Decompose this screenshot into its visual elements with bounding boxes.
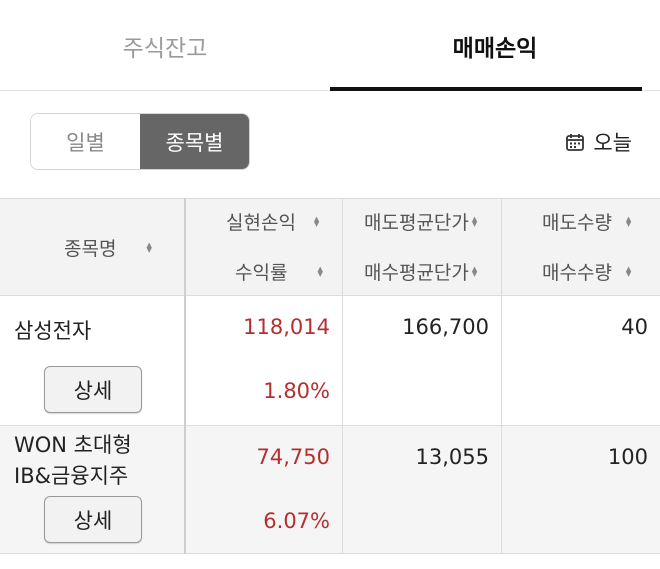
sort-arrows-icon: ▲ ▼ — [471, 264, 478, 278]
header-label: 종목명 — [64, 238, 117, 260]
sort-arrows-icon: ▲ ▼ — [317, 264, 323, 278]
header-buy-qty[interactable]: 매수수량 ▲ ▼ — [542, 258, 631, 285]
sort-arrows-icon: ▲ ▼ — [146, 240, 152, 254]
sell-avg-price-value: 166,700 — [402, 315, 489, 339]
header-sell-qty[interactable]: 매도수량 ▲ ▼ — [542, 208, 631, 235]
tab-trading-pl[interactable]: 매매손익 — [330, 0, 660, 91]
stock-name: WON 초대형 — [14, 433, 132, 457]
header-label: 매수평균단가 — [364, 262, 469, 284]
sort-arrows-icon: ▲ ▼ — [313, 214, 320, 228]
realized-pl-value: 118,014 — [243, 315, 330, 339]
date-filter-button[interactable]: 오늘 — [565, 126, 632, 158]
header-stock-name[interactable]: 종목명 ▲ ▼ — [64, 234, 152, 261]
return-rate-value: 6.07% — [263, 509, 330, 533]
top-tab-bar: 주식잔고 매매손익 — [0, 0, 660, 91]
active-tab-indicator — [330, 87, 642, 91]
detail-button[interactable]: 상세 — [44, 496, 142, 543]
calendar-icon — [566, 134, 585, 151]
sell-qty-value: 100 — [607, 445, 648, 469]
tab-stock-balance[interactable]: 주식잔고 — [0, 0, 330, 91]
header-label: 매도수량 — [542, 212, 612, 234]
realized-pl-value: 74,750 — [256, 445, 330, 469]
header-realized-pl[interactable]: 실현손익 ▲ ▼ — [226, 208, 319, 235]
column-divider — [342, 198, 343, 554]
header-label: 매도평균단가 — [364, 212, 469, 234]
return-rate-value: 1.80% — [263, 379, 330, 403]
sort-arrows-icon: ▲ ▼ — [471, 214, 478, 228]
sort-arrows-icon: ▲ ▼ — [625, 214, 632, 228]
header-label: 수익률 — [235, 262, 288, 284]
view-mode-segmented-control: 일별 종목별 — [30, 113, 250, 170]
header-buy-avg-price[interactable]: 매수평균단가 ▲ ▼ — [364, 258, 477, 285]
stock-name: 삼성전자 — [14, 319, 92, 343]
column-divider — [184, 198, 186, 554]
header-sell-avg-price[interactable]: 매도평균단가 ▲ ▼ — [364, 208, 477, 235]
sort-arrows-icon: ▲ ▼ — [625, 264, 632, 278]
header-return-rate[interactable]: 수익률 ▲ ▼ — [235, 258, 323, 285]
trading-pl-table: 종목명 ▲ ▼ 실현손익 ▲ ▼ 수익률 ▲ ▼ 매도평균단가 ▲ ▼ 매수평균단가 ▲… — [0, 198, 660, 554]
stock-name-line2: IB&금융지주 — [14, 464, 129, 488]
segment-daily[interactable]: 일별 — [31, 114, 140, 169]
sell-qty-value: 40 — [621, 315, 648, 339]
sell-avg-price-value: 13,055 — [415, 445, 489, 469]
segment-by-stock[interactable]: 종목별 — [140, 114, 249, 169]
detail-button[interactable]: 상세 — [44, 366, 142, 413]
date-filter-label: 오늘 — [593, 131, 632, 155]
header-label: 실현손익 — [226, 212, 296, 234]
column-divider — [501, 198, 502, 554]
header-label: 매수수량 — [542, 262, 612, 284]
